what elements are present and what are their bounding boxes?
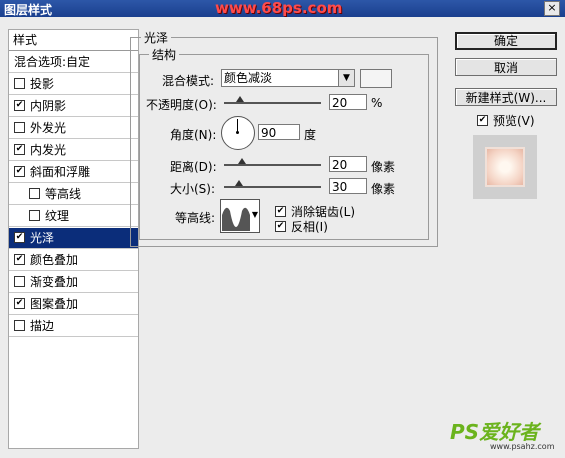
distance-slider-thumb[interactable] [238,158,246,164]
style-item-label: 斜面和浮雕 [30,165,91,179]
style-item[interactable]: 投影 [9,74,138,95]
contour-dropdown-icon[interactable]: ▼ [252,210,258,219]
style-item[interactable]: 等高线 [9,184,138,205]
style-item[interactable]: 渐变叠加 [9,272,138,293]
style-item-label: 内阴影 [30,99,67,113]
size-label: 大小(S): [170,182,216,196]
style-item[interactable]: ✔ 内阴影 [9,96,138,117]
distance-slider-track[interactable] [224,164,321,166]
angle-dial[interactable] [221,116,255,150]
chevron-down-icon[interactable]: ▼ [338,70,354,86]
style-item-label: 内发光 [30,143,67,157]
style-item-label: 渐变叠加 [30,275,79,289]
preview-check-icon: ✔ [477,115,488,126]
style-preview-thumbnail [473,135,537,199]
preview-swatch [487,149,523,185]
opacity-unit: % [371,96,383,110]
watermark-text: www.68ps.com [215,0,343,17]
style-checkbox-icon[interactable] [14,122,25,133]
distance-input[interactable]: 20 [329,156,367,172]
opacity-input[interactable]: 20 [329,94,367,110]
styles-panel: 样式 混合选项:自定投影 ✔ 内阴影外发光 ✔ 内发光 ✔ 斜面和浮雕等高线纹理 ✔ 光泽 ✔ 颜色… [8,29,139,449]
invert-checkbox[interactable]: ✔ 反相(I) [275,218,328,235]
style-item[interactable]: 混合选项:自定 [9,52,138,73]
blend-mode-value: 颜色减淡 [224,71,273,85]
style-checkbox-icon[interactable] [14,320,25,331]
angle-unit: 度 [304,128,317,142]
logo-url: www.psahz.com [490,442,555,451]
preview-checkbox[interactable]: ✔ 预览(V) [477,112,535,129]
contour-picker[interactable]: ▼ [220,199,260,233]
cancel-button[interactable]: 取消 [455,58,557,76]
blend-mode-label: 混合模式: [162,74,215,88]
size-input[interactable]: 30 [329,178,367,194]
opacity-slider-thumb[interactable] [236,96,244,102]
style-item-label: 光泽 [30,231,55,245]
style-item[interactable]: ✔ 颜色叠加 [9,250,138,271]
style-checkbox-icon[interactable]: ✔ [14,144,25,155]
style-item-label: 外发光 [30,121,67,135]
style-item[interactable]: ✔ 斜面和浮雕 [9,162,138,183]
style-item[interactable]: 外发光 [9,118,138,139]
window-title: 图层样式 [4,3,53,17]
style-item[interactable]: 纹理 [9,206,138,227]
style-item-label: 混合选项:自定 [14,55,91,69]
style-item[interactable]: 描边 [9,316,138,337]
blend-mode-select[interactable]: 颜色减淡 ▼ [221,69,355,87]
style-checkbox-icon[interactable]: ✔ [14,298,25,309]
antialias-label: 消除锯齿(L) [291,205,356,219]
angle-label: 角度(N): [170,128,217,142]
distance-unit: 像素 [371,160,396,174]
new-style-button[interactable]: 新建样式(W)... [455,88,557,106]
style-item[interactable]: ✔ 内发光 [9,140,138,161]
style-checkbox-icon[interactable] [29,210,40,221]
style-checkbox-icon[interactable] [14,276,25,287]
style-item-label: 等高线 [45,187,82,201]
style-item-label: 描边 [30,319,55,333]
style-item[interactable]: ✔ 图案叠加 [9,294,138,315]
contour-label: 等高线: [175,211,216,225]
contour-curve-icon [222,207,250,231]
logo-text: PS爱好者 [450,420,540,444]
style-item[interactable]: ✔ 光泽 [9,228,138,249]
style-checkbox-icon[interactable]: ✔ [14,232,25,243]
invert-label: 反相(I) [291,220,328,234]
styles-header: 样式 [9,30,138,51]
opacity-slider-track[interactable] [224,102,321,104]
angle-dial-center [236,131,239,134]
psahz-logo: PS爱好者 www.psahz.com [450,416,554,451]
style-checkbox-icon[interactable] [29,188,40,199]
size-unit: 像素 [371,182,396,196]
ok-button[interactable]: 确定 [455,32,557,50]
close-button[interactable]: × [544,1,560,16]
style-checkbox-icon[interactable]: ✔ [14,100,25,111]
invert-check-icon: ✔ [275,221,286,232]
size-slider-track[interactable] [224,186,321,188]
style-item-label: 纹理 [45,209,70,223]
style-checkbox-icon[interactable] [14,78,25,89]
size-slider-thumb[interactable] [235,180,243,186]
style-checkbox-icon[interactable]: ✔ [14,166,25,177]
satin-group-title: 光泽 [141,29,172,46]
title-bar: 图层样式 www.68ps.com × [0,0,565,17]
blend-color-swatch[interactable] [360,69,392,88]
style-item-label: 图案叠加 [30,297,79,311]
style-item-label: 投影 [30,77,55,91]
preview-label: 预览(V) [493,114,535,128]
opacity-label: 不透明度(O): [146,98,217,112]
structure-group-title: 结构 [149,46,180,63]
distance-label: 距离(D): [170,160,217,174]
style-item-label: 颜色叠加 [30,253,79,267]
angle-input[interactable]: 90 [258,124,300,140]
antialias-check-icon: ✔ [275,206,286,217]
style-checkbox-icon[interactable]: ✔ [14,254,25,265]
